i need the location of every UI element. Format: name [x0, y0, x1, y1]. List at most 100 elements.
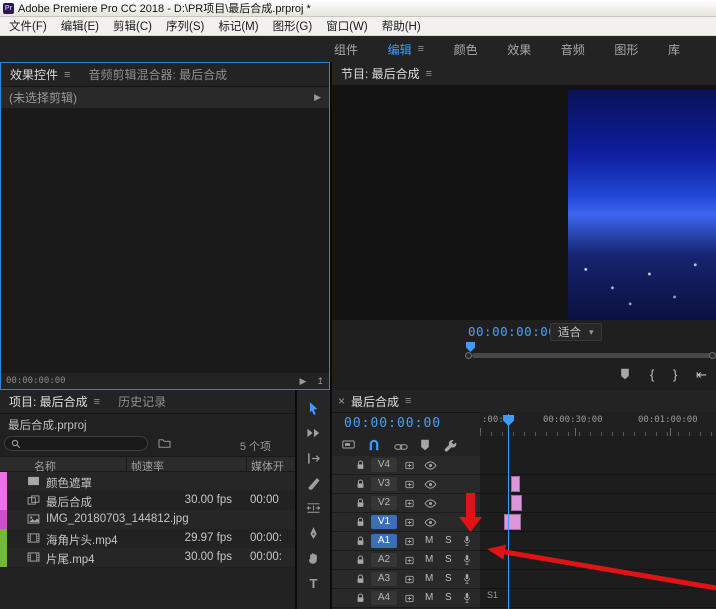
program-current-timecode[interactable]: 00:00:00:00 — [468, 324, 556, 339]
voiceover-mic-icon[interactable] — [463, 592, 471, 604]
track-name-v3[interactable]: V3 — [371, 477, 397, 491]
lock-icon[interactable] — [356, 536, 365, 546]
voiceover-mic-icon[interactable] — [463, 535, 471, 547]
timeline-clip[interactable] — [511, 476, 520, 492]
menu-graphics[interactable]: 图形(G) — [266, 18, 320, 34]
panel-menu-icon[interactable]: ≡ — [405, 395, 411, 407]
panel-menu-icon[interactable]: ≡ — [64, 69, 70, 81]
menu-window[interactable]: 窗口(W) — [319, 18, 375, 34]
label-color-chip[interactable] — [0, 491, 7, 510]
track-output-eye-icon[interactable] — [424, 518, 437, 527]
mark-in-icon[interactable]: { — [650, 368, 654, 381]
tab-history[interactable]: 历史记录 — [109, 393, 175, 410]
new-bin-icon[interactable] — [158, 438, 171, 449]
label-color-chip[interactable] — [0, 510, 7, 529]
track-select-tool[interactable] — [306, 425, 322, 441]
panel-menu-icon[interactable]: ≡ — [94, 396, 100, 408]
track-output-eye-icon[interactable] — [424, 499, 437, 508]
search-input[interactable] — [21, 438, 141, 449]
pen-tool[interactable] — [306, 525, 322, 541]
panel-menu-icon[interactable]: ≡ — [426, 68, 432, 80]
tab-program-monitor[interactable]: 节目: 最后合成 ≡ — [332, 65, 441, 82]
track-name-v2[interactable]: V2 — [371, 496, 397, 510]
track-name-a3[interactable]: A3 — [371, 572, 397, 586]
menu-markers[interactable]: 标记(M) — [211, 18, 265, 34]
label-color-chip[interactable] — [0, 548, 7, 567]
workspace-tab-libraries[interactable]: 库 — [668, 41, 680, 58]
timeline-current-timecode[interactable]: 00:00:00:00 — [344, 416, 441, 431]
track-output-eye-icon[interactable] — [424, 461, 437, 470]
track-name-a2[interactable]: A2 — [371, 553, 397, 567]
track-output-eye-icon[interactable] — [424, 480, 437, 489]
lock-icon[interactable] — [356, 498, 365, 508]
go-to-in-icon[interactable]: ⇤ — [696, 368, 707, 381]
snap-magnet-icon[interactable] — [368, 439, 380, 451]
workspace-tab-graphics[interactable]: 图形 — [614, 41, 638, 58]
mute-button[interactable]: M — [425, 535, 433, 546]
linked-selection-icon[interactable] — [394, 441, 408, 453]
mark-out-icon[interactable]: } — [673, 368, 677, 381]
menu-help[interactable]: 帮助(H) — [375, 18, 428, 34]
timeline-ruler[interactable]: :00:00 00:00:30:00 00:01:00:00 — [480, 412, 716, 437]
tab-audio-clip-mixer[interactable]: 音频剪辑混合器: 最后合成 — [79, 66, 236, 83]
lock-icon[interactable] — [356, 555, 365, 565]
voiceover-mic-icon[interactable] — [463, 554, 471, 566]
project-bin-name[interactable]: 最后合成.prproj — [8, 417, 87, 433]
export-frame-icon[interactable]: ↥ — [316, 376, 324, 387]
label-color-chip[interactable] — [0, 529, 7, 548]
timeline-clip[interactable] — [511, 495, 522, 511]
lock-icon[interactable] — [356, 593, 365, 603]
selection-tool[interactable] — [306, 400, 322, 416]
razor-tool[interactable] — [306, 475, 322, 491]
project-row-video-1[interactable]: 海角片头.mp4 29.97 fps 00:00: — [0, 529, 295, 548]
project-row-image[interactable]: IMG_20180703_144812.jpg — [0, 510, 295, 529]
label-color-chip[interactable] — [0, 472, 7, 491]
sync-lock-icon[interactable] — [405, 499, 414, 508]
lock-icon[interactable] — [356, 517, 365, 527]
close-icon[interactable]: × — [332, 394, 351, 408]
workspace-tab-color[interactable]: 颜色 — [454, 41, 478, 58]
sync-lock-icon[interactable] — [405, 594, 414, 603]
lock-icon[interactable] — [356, 460, 365, 470]
tab-effect-controls[interactable]: 效果控件 ≡ — [1, 66, 79, 83]
project-row-video-2[interactable]: 片尾.mp4 30.00 fps 00:00: — [0, 548, 295, 567]
scrollbar-right-handle[interactable] — [709, 352, 716, 359]
solo-button[interactable]: S — [445, 535, 452, 546]
sync-lock-icon[interactable] — [405, 518, 414, 527]
timeline-playhead[interactable] — [508, 414, 509, 609]
sync-lock-icon[interactable] — [405, 461, 414, 470]
play-only-icon[interactable]: ▶ — [300, 376, 307, 387]
workspace-tab-audio[interactable]: 音频 — [561, 41, 585, 58]
menu-sequence[interactable]: 序列(S) — [159, 18, 211, 34]
zoom-level-select[interactable]: 适合 ▾ — [550, 323, 602, 341]
hand-tool[interactable] — [306, 550, 322, 566]
nest-sequence-icon[interactable] — [342, 439, 355, 450]
workspace-tab-effects[interactable]: 效果 — [507, 41, 531, 58]
tab-timeline-sequence[interactable]: 最后合成 — [351, 393, 399, 410]
sync-lock-icon[interactable] — [405, 537, 414, 546]
workspace-tab-editing[interactable]: 编辑 ≡ — [388, 41, 424, 58]
add-marker-icon[interactable] — [420, 439, 430, 451]
program-scrollbar[interactable] — [472, 353, 712, 358]
lock-icon[interactable] — [356, 479, 365, 489]
menu-file[interactable]: 文件(F) — [2, 18, 54, 34]
mute-button[interactable]: M — [425, 592, 433, 603]
menu-clip[interactable]: 剪辑(C) — [106, 18, 159, 34]
tab-project[interactable]: 项目: 最后合成 ≡ — [0, 393, 109, 410]
mute-button[interactable]: M — [425, 573, 433, 584]
timeline-clip[interactable] — [504, 514, 521, 530]
solo-button[interactable]: S — [445, 554, 452, 565]
lock-icon[interactable] — [356, 574, 365, 584]
effect-controls-timecode[interactable]: 00:00:00:00 — [6, 376, 66, 386]
type-tool[interactable]: T — [306, 575, 322, 591]
track-name-v1[interactable]: V1 — [371, 515, 397, 529]
track-name-v4[interactable]: V4 — [371, 458, 397, 472]
panel-menu-icon[interactable]: ≡ — [418, 43, 424, 55]
sync-lock-icon[interactable] — [405, 556, 414, 565]
collapse-arrow-icon[interactable]: ▶ — [314, 92, 321, 103]
track-name-a4[interactable]: A4 — [371, 591, 397, 605]
track-name-a1[interactable]: A1 — [371, 534, 397, 548]
solo-button[interactable]: S — [445, 573, 452, 584]
mute-button[interactable]: M — [425, 554, 433, 565]
menu-edit[interactable]: 编辑(E) — [54, 18, 106, 34]
